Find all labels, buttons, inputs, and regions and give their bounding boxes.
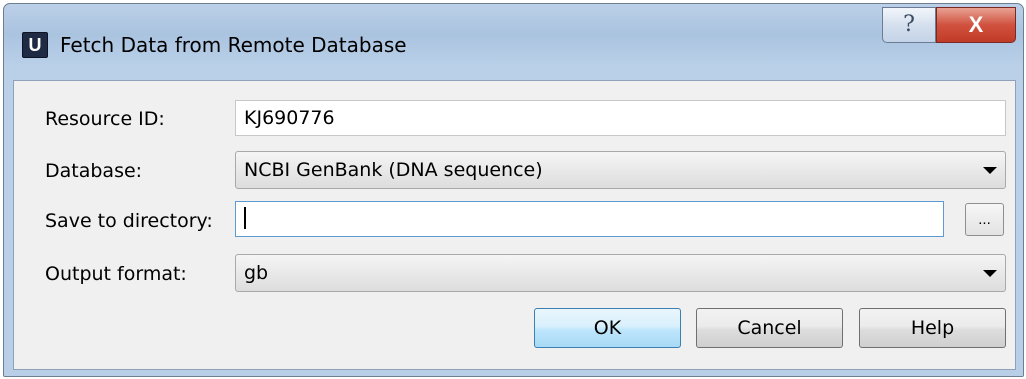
output-format-select[interactable]: gb	[235, 254, 1006, 292]
close-button[interactable]: X	[936, 7, 1016, 43]
output-format-label: Output format:	[45, 263, 187, 285]
app-logo-icon: U	[22, 32, 48, 58]
text-caret	[244, 206, 246, 229]
window-title: Fetch Data from Remote Database	[60, 33, 407, 57]
dialog-window: U Fetch Data from Remote Database ? X Re…	[3, 3, 1024, 377]
save-directory-label: Save to directory:	[45, 210, 213, 232]
database-select[interactable]: NCBI GenBank (DNA sequence)	[235, 151, 1006, 189]
database-label: Database:	[45, 160, 143, 182]
cancel-button[interactable]: Cancel	[696, 308, 843, 348]
resource-id-label: Resource ID:	[45, 108, 165, 130]
output-format-selected-value: gb	[244, 262, 269, 284]
dialog-body: Resource ID: KJ690776 Database: NCBI Gen…	[13, 80, 1016, 370]
title-bar[interactable]: U Fetch Data from Remote Database ? X	[4, 4, 1023, 80]
resource-id-input[interactable]: KJ690776	[235, 100, 1006, 136]
ok-button[interactable]: OK	[534, 308, 681, 348]
chevron-down-icon[interactable]	[983, 167, 997, 174]
help-button[interactable]: Help	[859, 308, 1006, 348]
save-directory-input[interactable]	[235, 201, 944, 237]
database-selected-value: NCBI GenBank (DNA sequence)	[244, 159, 543, 181]
browse-directory-button[interactable]: ...	[965, 203, 1004, 236]
title-help-button[interactable]: ?	[882, 7, 936, 43]
chevron-down-icon[interactable]	[983, 270, 997, 277]
